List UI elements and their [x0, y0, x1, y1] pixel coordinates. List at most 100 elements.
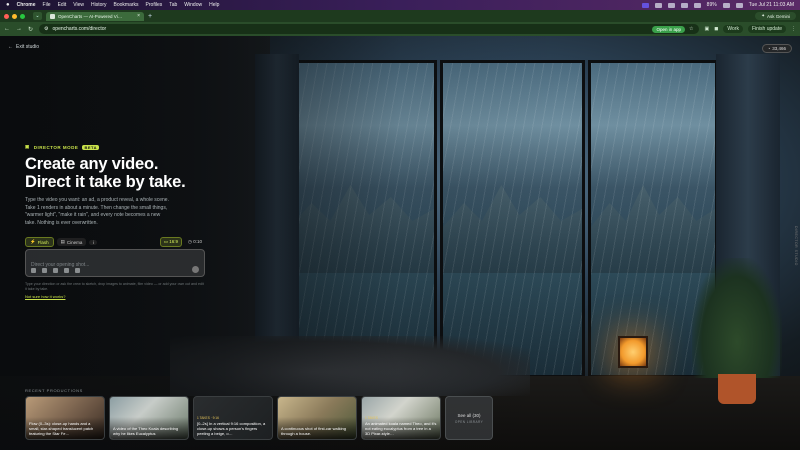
headline-line-2: Direct it take by take. — [25, 173, 186, 191]
duration-label: 0:10 — [193, 239, 202, 244]
forward-arrow-icon[interactable]: → — [16, 26, 22, 32]
aspect-ratio-button[interactable]: ▭ 16:9 — [159, 237, 183, 247]
credits-badge[interactable]: ◔ 33,466 — [761, 44, 792, 53]
exit-studio-button[interactable]: ← Exit studio — [8, 44, 39, 50]
mode-cinema-label: Cinema — [66, 239, 83, 245]
headline-line-1: Create any video. — [25, 155, 159, 173]
menubar-status-icon[interactable] — [654, 2, 662, 8]
menu-edit[interactable]: Edit — [58, 2, 67, 8]
director-mode-label: DIRECTOR MODE — [33, 144, 79, 150]
exit-studio-label: Exit studio — [16, 44, 40, 50]
menubar-clock[interactable]: Tue Jul 21 11:03 AM — [749, 2, 794, 8]
site-favicon-icon — [50, 13, 55, 19]
menu-bookmarks[interactable]: Bookmarks — [114, 2, 139, 8]
send-button[interactable] — [192, 266, 199, 273]
menubar-status-icon[interactable] — [680, 2, 688, 8]
finish-update-button[interactable]: Finish update — [747, 25, 786, 33]
production-card[interactable]: A continuous shot of first-car walking t… — [277, 396, 357, 440]
close-tab-icon[interactable]: × — [137, 13, 140, 19]
wifi-icon[interactable] — [722, 2, 730, 8]
close-window-button[interactable] — [4, 13, 9, 19]
minimize-window-button[interactable] — [12, 13, 17, 19]
open-in-app-button[interactable]: Open in app — [652, 25, 686, 33]
back-arrow-icon[interactable]: ← — [4, 26, 10, 32]
prompt-tools — [31, 268, 80, 273]
production-card[interactable]: Flow (0–3s): close-up hands and a small,… — [25, 396, 105, 440]
gallery-icon[interactable] — [42, 268, 47, 273]
open-library-label: OPEN LIBRARY — [454, 419, 484, 424]
extension-icon[interactable]: ◼ — [714, 26, 718, 32]
film-icon: ▤ — [60, 239, 65, 244]
clock-icon: ◷ — [188, 239, 192, 244]
battery-percent: 89% — [706, 2, 717, 8]
how-it-works-link[interactable]: Not sure how it works? — [25, 294, 205, 299]
pen-icon[interactable] — [53, 268, 58, 273]
browser-tab-strip: ⌄ OpenCharts — AI-Powered Vi… × + ✦ Ask … — [0, 10, 800, 22]
mode-flash-button[interactable]: ⚡ Flash — [25, 237, 54, 247]
zoom-window-button[interactable] — [20, 13, 25, 19]
site-info-icon[interactable]: ⚙ — [44, 26, 48, 32]
browser-menu-icon[interactable]: ⋮ — [791, 26, 796, 32]
duration-button[interactable]: ◷ 0:10 — [185, 238, 205, 246]
prompt-hint: Type your direction or ask the crew to s… — [25, 282, 204, 291]
address-bar[interactable]: ⚙ opencharts.com/director Open in app ☆ — [39, 24, 699, 34]
mode-selector: ⚡ Flash ▤ Cinema i ▭ 16:9 ◷ 0:10 — [25, 237, 205, 247]
bookmark-star-icon[interactable]: ☆ — [689, 26, 693, 32]
mode-badge-row: ▣ DIRECTOR MODE BETA — [25, 144, 100, 150]
beta-badge: BETA — [82, 144, 100, 150]
tab-search-chevron-icon[interactable]: ⌄ — [33, 12, 42, 20]
menu-help[interactable]: Help — [209, 2, 219, 8]
new-tab-button[interactable]: + — [148, 13, 152, 20]
tab-title: OpenCharts — AI-Powered Vi… — [58, 13, 123, 19]
window-controls — [4, 13, 25, 19]
director-mode-icon: ▣ — [25, 144, 30, 149]
audio-icon[interactable] — [64, 268, 69, 273]
image-upload-icon[interactable] — [31, 268, 36, 273]
card-caption: A continuous shot of first-car walking t… — [281, 426, 346, 436]
control-center-icon[interactable] — [735, 2, 743, 8]
menubar-status-area: 89% Tue Jul 21 11:03 AM — [641, 2, 794, 8]
ask-gemini-button[interactable]: ✦ Ask Gemini — [755, 12, 796, 20]
arrow-left-icon: ← — [8, 44, 13, 50]
gemini-icon: ✦ — [761, 13, 765, 18]
mode-cinema-button[interactable]: ▤ Cinema — [56, 238, 87, 246]
menu-history[interactable]: History — [91, 2, 107, 8]
page-description: Type the video you want: an ad, a produc… — [25, 197, 169, 226]
ask-gemini-label: Ask Gemini — [766, 13, 790, 19]
production-card[interactable]: 1 TAKES · 9:16 [0–2s] In a vertical 9:16… — [193, 396, 273, 440]
battery-icon[interactable] — [693, 2, 701, 8]
production-card[interactable]: 1 TAKES An animated koala named Theo, an… — [361, 396, 441, 440]
menubar-app-icon[interactable] — [641, 2, 649, 8]
lightning-icon: ⚡ — [30, 239, 36, 244]
reload-icon[interactable]: ↻ — [28, 26, 33, 33]
recent-productions-heading: RECENT PRODUCTIONS — [25, 388, 83, 393]
menu-view[interactable]: View — [73, 2, 84, 8]
page-title: Create any video. Direct it take by take… — [25, 155, 186, 191]
side-label: DIRECTOR STUDIO — [794, 226, 798, 266]
menu-profiles[interactable]: Profiles — [146, 2, 163, 8]
menubar-status-icon[interactable] — [667, 2, 675, 8]
director-studio-page: ← Exit studio ◔ 33,466 ▣ DIRECTOR MODE B… — [0, 36, 800, 450]
card-caption: A video of the Theo Koala describing why… — [113, 426, 179, 436]
production-card[interactable]: A video of the Theo Koala describing why… — [109, 396, 189, 440]
prompt-box — [25, 249, 205, 277]
extensions-icon[interactable]: ▣ — [705, 26, 710, 32]
info-icon[interactable]: i — [89, 239, 98, 245]
people-icon[interactable] — [75, 268, 80, 273]
menu-file[interactable]: File — [43, 2, 51, 8]
see-all-button[interactable]: See all (30) OPEN LIBRARY — [445, 396, 493, 440]
menu-app-name[interactable]: Chrome — [17, 2, 36, 8]
prompt-composer: ⚡ Flash ▤ Cinema i ▭ 16:9 ◷ 0:10 Direct … — [25, 237, 205, 299]
aspect-ratio-icon: ▭ — [163, 239, 168, 244]
browser-toolbar: ← → ↻ ⚙ opencharts.com/director Open in … — [0, 22, 800, 36]
profile-work-button[interactable]: Work — [723, 25, 743, 33]
browser-tab-active[interactable]: OpenCharts — AI-Powered Vi… × — [46, 11, 144, 21]
menu-window[interactable]: Window — [184, 2, 202, 8]
apple-menu-icon[interactable]: ● — [6, 2, 10, 8]
aspect-ratio-label: 16:9 — [169, 239, 179, 244]
card-meta: 1 TAKES — [365, 416, 378, 420]
macos-menubar: ● Chrome File Edit View History Bookmark… — [0, 0, 800, 10]
toolbar-right: ▣ ◼ Work Finish update ⋮ — [705, 25, 796, 33]
menu-tab[interactable]: Tab — [169, 2, 177, 8]
url-text: opencharts.com/director — [52, 26, 107, 32]
